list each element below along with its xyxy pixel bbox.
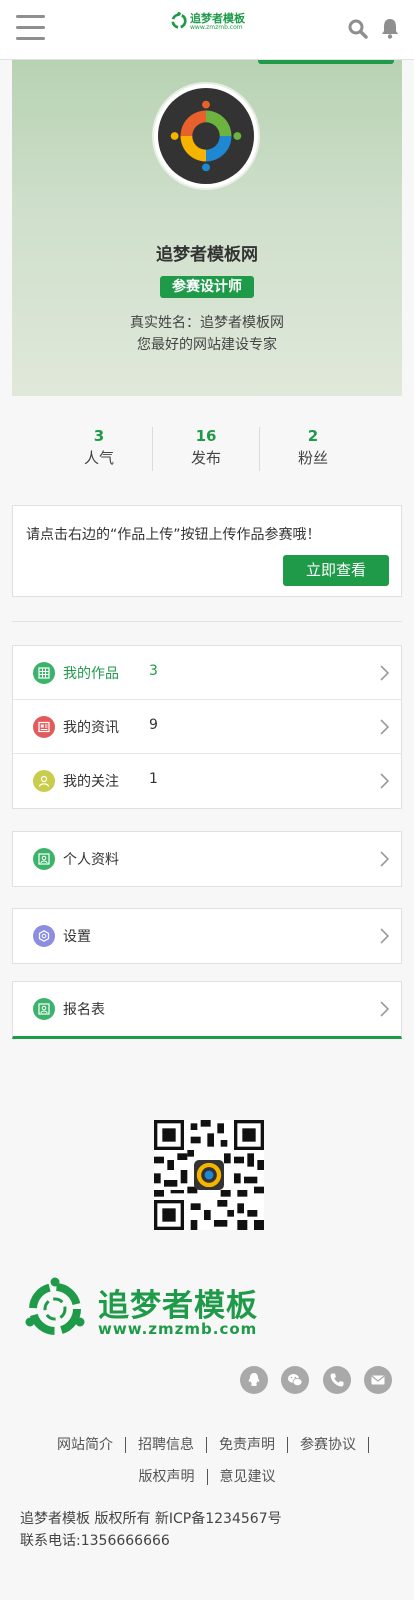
menu-row-label: 我的作品	[63, 666, 119, 682]
user-tagline: 您最好的网站建设专家	[137, 337, 277, 353]
search-icon[interactable]	[348, 19, 368, 39]
footer-link-jobs[interactable]: 招聘信息	[126, 1437, 207, 1453]
stat-label: 发布	[190, 449, 221, 467]
menu-row-count: 9	[149, 717, 158, 733]
designer-badge: 参赛设计师	[160, 276, 254, 298]
qr-code-image	[154, 1120, 264, 1230]
bell-icon[interactable]	[380, 17, 400, 39]
news-icon	[33, 716, 55, 738]
brand-url: www.zmzmb.com	[190, 24, 243, 31]
notice-text: 请点击右边的“作品上传”按钮上传作品参赛哦！	[26, 527, 321, 543]
chevron-right-icon	[380, 719, 389, 735]
stat-fans[interactable]: 2 粉丝	[260, 425, 366, 473]
menu-row-label: 设置	[63, 929, 91, 945]
menu-row-my-news[interactable]: 我的资讯 9	[13, 700, 401, 754]
my-content-list: 我的作品 3 我的资讯 9 我的关注 1	[12, 645, 402, 809]
menu-row-label: 我的关注	[63, 774, 119, 790]
chevron-right-icon	[380, 1001, 389, 1017]
menu-row-label: 报名表	[63, 1002, 105, 1018]
menu-row-label: 个人资料	[63, 852, 119, 868]
avatar[interactable]	[154, 84, 258, 188]
footer-link-copyright[interactable]: 版权声明	[127, 1469, 208, 1485]
menu-row-registration-form[interactable]: 报名表	[13, 982, 401, 1036]
logo-url: www.zmzmb.com	[98, 1320, 258, 1338]
stat-value: 2	[307, 427, 319, 445]
chevron-right-icon	[380, 665, 389, 681]
hamburger-menu-icon[interactable]	[16, 15, 45, 41]
grid-icon	[33, 662, 55, 684]
upload-notice: 请点击右边的“作品上传”按钮上传作品参赛哦！ 立即查看	[12, 505, 402, 597]
real-name: 真实姓名：追梦者模板网	[130, 315, 284, 331]
view-now-button[interactable]: 立即查看	[283, 555, 389, 586]
form-icon	[33, 998, 55, 1020]
menu-row-label: 我的资讯	[63, 720, 119, 736]
copyright-block: 追梦者模板 版权所有 新ICP备1234567号 联系电话:1356666666	[20, 1508, 282, 1552]
mail-icon[interactable]	[364, 1366, 392, 1394]
avatar-logo-icon	[157, 87, 255, 185]
registration-list: 报名表	[12, 981, 402, 1039]
chevron-right-icon	[380, 928, 389, 944]
logo-mark-icon	[25, 1277, 85, 1335]
logo-name: 追梦者模板	[98, 1288, 258, 1324]
brand-mark-icon	[171, 12, 187, 29]
settings-list: 设置	[12, 908, 402, 964]
settings-icon	[33, 925, 55, 947]
footer-link-disclaimer[interactable]: 免责声明	[207, 1437, 288, 1453]
footer-links: 网站简介 招聘信息 免责声明 参赛协议 版权声明 意见建议	[14, 1429, 400, 1493]
wechat-icon[interactable]	[281, 1366, 309, 1394]
chevron-right-icon	[380, 773, 389, 789]
brand-logo[interactable]: 追梦者模板 www.zmzmb.com	[170, 10, 246, 32]
user-icon	[33, 770, 55, 792]
menu-row-my-follows[interactable]: 我的关注 1	[13, 754, 401, 808]
menu-row-settings[interactable]: 设置	[13, 909, 401, 963]
stat-published[interactable]: 16 发布	[153, 425, 259, 473]
menu-row-count: 3	[149, 663, 158, 679]
stat-popularity[interactable]: 3 人气	[46, 425, 152, 473]
menu-row-my-works[interactable]: 我的作品 3	[13, 646, 401, 700]
contact-phone: 联系电话:1356666666	[20, 1533, 170, 1549]
profile-list: 个人资料	[12, 831, 402, 887]
profile-icon	[33, 848, 55, 870]
phone-icon[interactable]	[323, 1366, 351, 1394]
footer-link-about[interactable]: 网站简介	[45, 1437, 126, 1453]
upload-tab[interactable]	[258, 60, 394, 64]
copyright-text: 追梦者模板 版权所有 新ICP备1234567号	[20, 1511, 282, 1527]
qq-icon[interactable]	[240, 1366, 268, 1394]
user-name: 追梦者模板网	[156, 245, 258, 265]
footer-logo: 追梦者模板 www.zmzmb.com	[22, 1272, 284, 1344]
stat-label: 人气	[83, 449, 114, 467]
chevron-right-icon	[380, 851, 389, 867]
footer-link-agreement[interactable]: 参赛协议	[288, 1437, 369, 1453]
stat-label: 粉丝	[297, 449, 328, 467]
footer-link-feedback[interactable]: 意见建议	[208, 1469, 288, 1485]
stat-value: 16	[195, 427, 217, 445]
menu-row-personal-info[interactable]: 个人资料	[13, 832, 401, 886]
divider	[12, 621, 402, 622]
top-header: 追梦者模板 www.zmzmb.com	[0, 0, 414, 60]
profile-card: 追梦者模板网 参赛设计师 真实姓名：追梦者模板网 您最好的网站建设专家	[12, 60, 402, 396]
stats-bar: 3 人气 16 发布 2 粉丝	[46, 425, 368, 473]
menu-row-count: 1	[149, 771, 158, 787]
stat-value: 3	[93, 427, 105, 445]
